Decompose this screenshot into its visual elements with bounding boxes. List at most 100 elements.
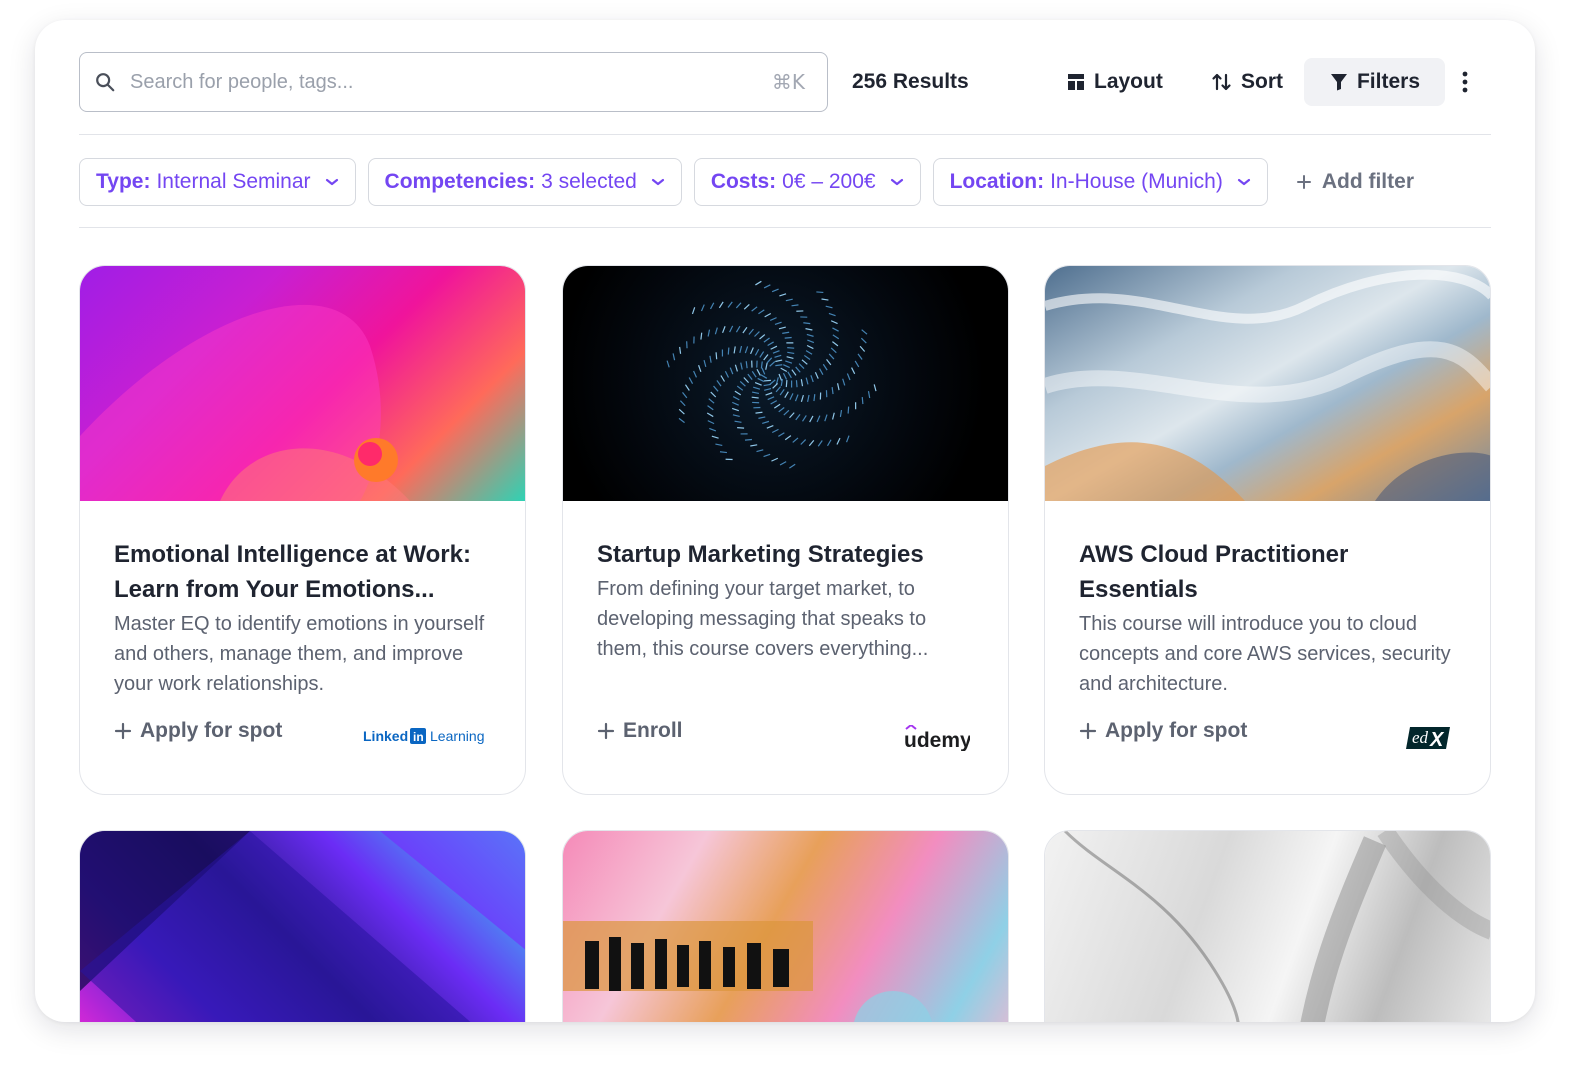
light-dash xyxy=(737,427,745,429)
course-card[interactable]: Emotional Intelligence at Work: Learn fr… xyxy=(79,265,526,795)
light-dash xyxy=(693,370,697,378)
light-dash xyxy=(789,412,795,419)
light-dash xyxy=(779,461,787,466)
light-dash xyxy=(758,416,766,419)
filter-key: Location: xyxy=(949,170,1045,193)
light-dash xyxy=(709,302,715,310)
filter-key: Costs: xyxy=(710,170,777,193)
light-dash xyxy=(763,337,770,343)
light-dash xyxy=(784,336,792,339)
light-dash xyxy=(751,391,760,395)
light-dash xyxy=(772,350,780,354)
search-box[interactable]: ⌘K xyxy=(79,52,828,112)
svg-text:Linked: Linked xyxy=(363,728,408,744)
add-filter-label: Add filter xyxy=(1321,170,1414,193)
light-dash xyxy=(831,387,834,395)
course-card[interactable] xyxy=(562,830,1009,1022)
add-filter-button[interactable]: Add filter xyxy=(1296,170,1414,194)
action-label: Apply for spot xyxy=(140,719,283,742)
light-dash xyxy=(789,463,796,469)
apply-for-spot-button[interactable]: Apply for spot xyxy=(1079,719,1247,743)
course-thumbnail xyxy=(563,831,1008,1022)
light-dash xyxy=(769,317,777,322)
action-label: Apply for spot xyxy=(1105,719,1248,742)
light-dash xyxy=(778,407,785,413)
light-dash xyxy=(729,367,734,375)
light-dash xyxy=(794,394,799,402)
light-dash xyxy=(679,400,686,407)
light-dash xyxy=(779,389,785,396)
light-dash xyxy=(708,398,715,404)
filter-chip-costs[interactable]: Costs: 0€ – 200€ xyxy=(693,158,921,206)
light-dash xyxy=(847,406,850,414)
light-dash xyxy=(706,412,714,418)
light-dash xyxy=(785,360,793,364)
apply-for-spot-button[interactable]: Apply for spot xyxy=(114,719,282,743)
light-dash xyxy=(727,347,730,355)
svg-text:Learning: Learning xyxy=(430,728,485,744)
light-dash xyxy=(763,284,771,289)
course-thumbnail xyxy=(1045,831,1490,1022)
search-input[interactable] xyxy=(130,70,772,94)
plus-icon xyxy=(597,722,615,740)
light-dash xyxy=(791,304,799,307)
light-dash xyxy=(798,363,805,370)
light-dash xyxy=(772,382,779,389)
light-dash xyxy=(720,375,726,382)
light-dash xyxy=(715,443,723,447)
filter-chip-type[interactable]: Type: Internal Seminar xyxy=(79,158,356,206)
light-dash xyxy=(739,381,746,387)
light-dash xyxy=(787,351,795,355)
light-dash xyxy=(743,303,750,310)
light-dash xyxy=(744,346,749,354)
filter-value: In-House (Munich) xyxy=(1050,170,1223,193)
course-card[interactable]: Startup Marketing Strategies From defini… xyxy=(562,265,1009,795)
light-dash xyxy=(753,386,761,390)
course-card[interactable]: AWS Cloud Practitioner Essentials This c… xyxy=(1044,265,1491,795)
light-dash xyxy=(859,345,866,352)
filters-button[interactable]: Filters xyxy=(1304,58,1445,106)
light-dash xyxy=(836,437,841,445)
light-dash xyxy=(707,329,711,337)
light-dash xyxy=(780,367,788,373)
light-dash xyxy=(764,388,772,391)
light-dash xyxy=(828,312,836,317)
light-dash xyxy=(782,331,790,334)
filter-chip-location[interactable]: Location: In-House (Munich) xyxy=(932,158,1268,206)
light-dash xyxy=(758,309,765,315)
light-dash xyxy=(698,365,702,373)
course-thumbnail xyxy=(80,266,525,501)
filter-chip-competencies[interactable]: Competencies: 3 selected xyxy=(367,158,682,206)
abstract-art xyxy=(666,280,877,469)
light-dash xyxy=(719,451,728,454)
light-dash xyxy=(771,457,779,462)
toolbar: ⌘K 256 Results Layout Sort Filters xyxy=(79,52,1491,112)
sort-button[interactable]: Sort xyxy=(1199,58,1295,106)
light-dash xyxy=(846,373,851,381)
card-body: AWS Cloud Practitioner Essentials This c… xyxy=(1045,501,1490,794)
more-options-button[interactable] xyxy=(1453,58,1485,106)
enroll-button[interactable]: Enroll xyxy=(597,719,683,743)
light-dash xyxy=(735,325,741,333)
light-dash xyxy=(672,353,676,361)
course-card[interactable] xyxy=(79,830,526,1022)
light-dash xyxy=(809,415,814,423)
light-dash xyxy=(763,354,769,361)
light-dash xyxy=(766,357,773,364)
layout-button[interactable]: Layout xyxy=(1054,58,1175,106)
light-dash xyxy=(857,353,863,360)
course-description: Master EQ to identify emotions in yourse… xyxy=(114,613,485,695)
light-dash xyxy=(760,361,763,369)
chevron-down-icon xyxy=(325,178,338,186)
abstract-art xyxy=(80,304,410,501)
light-dash xyxy=(759,351,765,358)
course-card[interactable] xyxy=(1044,830,1491,1022)
light-dash xyxy=(769,361,776,367)
light-dash xyxy=(716,380,722,387)
light-dash xyxy=(800,394,804,403)
light-dash xyxy=(814,372,819,379)
light-dash xyxy=(679,346,682,354)
light-dash xyxy=(778,373,783,381)
filter-value: 3 selected xyxy=(541,170,637,193)
course-title: Startup Marketing Strategies xyxy=(597,541,924,568)
